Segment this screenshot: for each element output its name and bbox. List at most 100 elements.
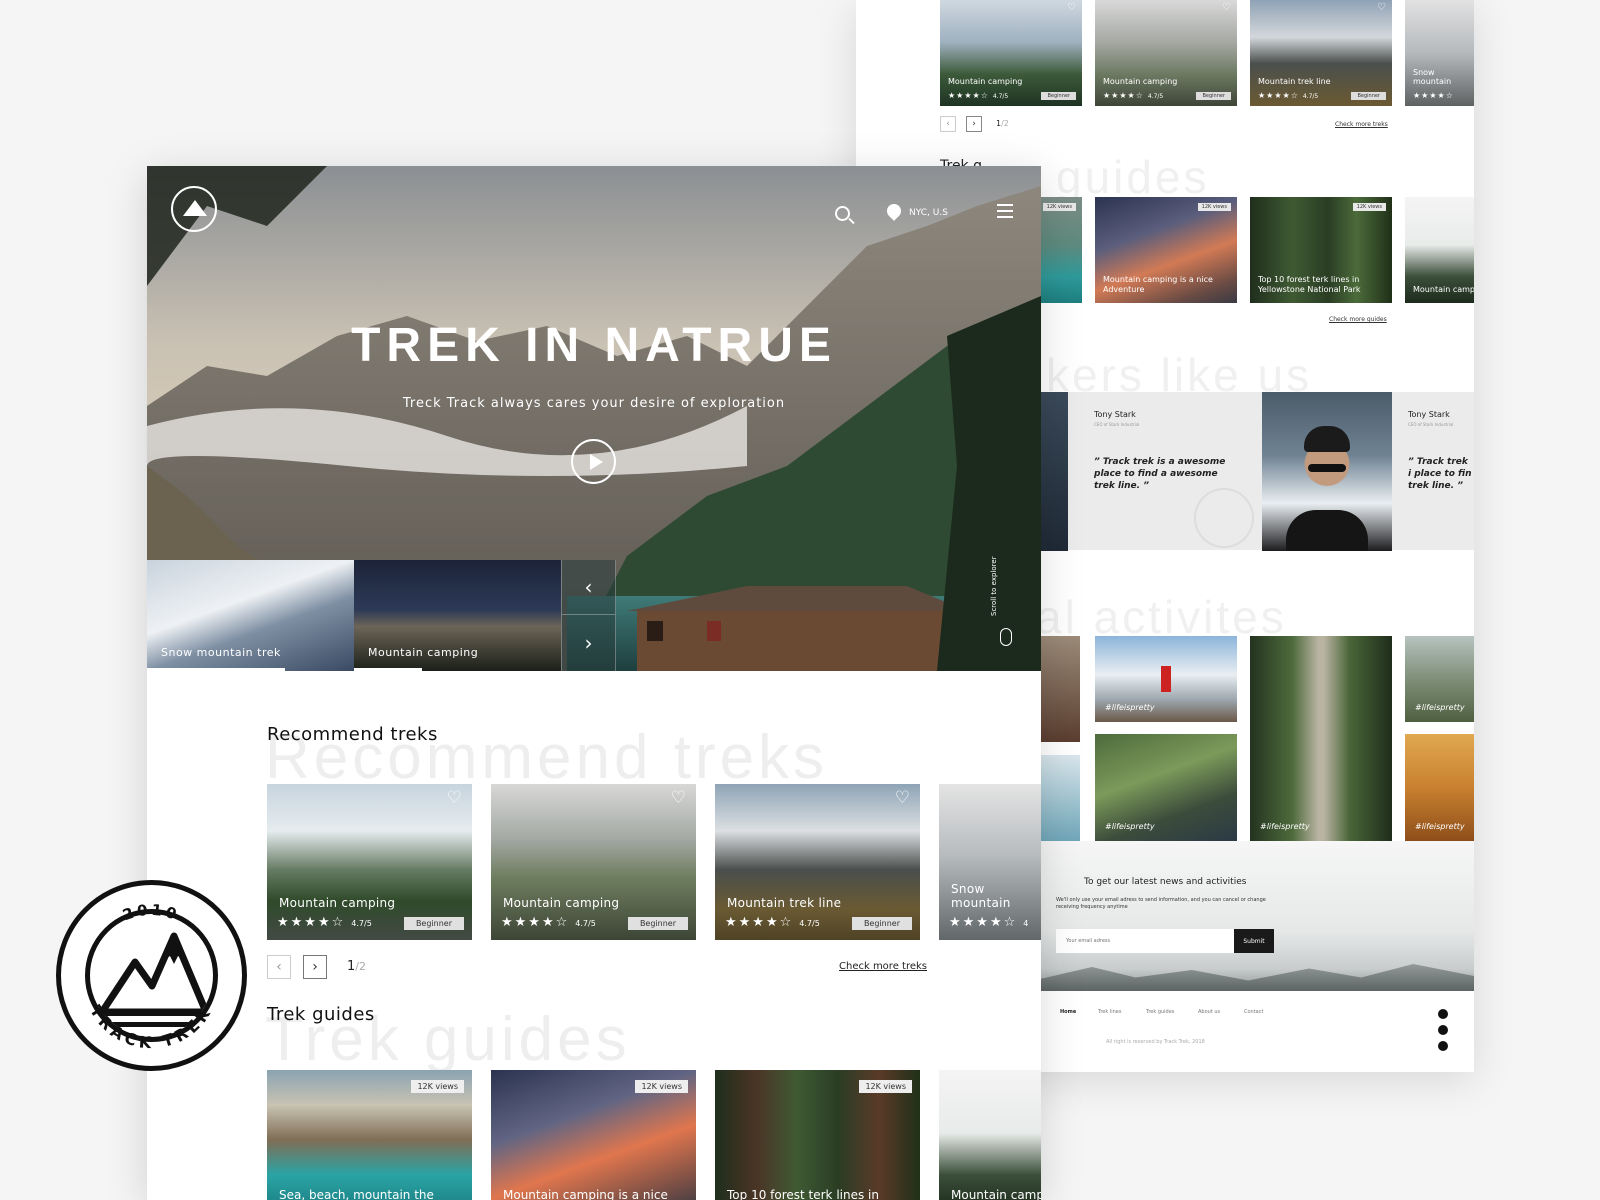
check-more-treks-link[interactable]: Check more treks <box>1335 121 1388 128</box>
prev-page-button[interactable]: ‹ <box>940 116 956 132</box>
rating-stars: ★★★★☆ 4.7/5 <box>501 915 596 930</box>
heart-icon[interactable]: ♡ <box>671 788 686 808</box>
activity-hashtag: #lifeispretty <box>1105 703 1155 712</box>
submit-button[interactable]: Submit <box>1234 929 1274 953</box>
newsletter-section: To get our latest news and activities We… <box>1040 841 1474 991</box>
guide-card[interactable]: Mountain camp Adventure <box>1405 197 1474 303</box>
rating-value: 4.7/5 <box>575 919 596 928</box>
hero-slider-arrows: ‹ › <box>561 560 616 671</box>
trek-card[interactable]: ♡ Mountain camping ★★★★☆ 4.7/5 Beginner <box>267 784 472 940</box>
copyright-text: All right is reserved by Track Trek, 201… <box>1106 1039 1205 1045</box>
badge-inner-circle <box>85 909 218 1042</box>
trek-card[interactable]: ♡ Mountain trek line ★★★★☆ 4.7/5 Beginner <box>1250 0 1392 106</box>
guide-card[interactable]: Mountain camp <box>939 1070 1041 1200</box>
testimonial-name: Tony Stark <box>1094 410 1136 419</box>
heart-icon[interactable]: ♡ <box>1222 2 1231 13</box>
level-badge: Beginner <box>627 917 688 930</box>
testimonial-card: Tony Stark CEO of Stark Industrial ” Tra… <box>1068 392 1272 550</box>
trek-card[interactable]: ♡ Mountain camping ★★★★☆ 4.7/5 Beginner <box>491 784 696 940</box>
activity-photo[interactable]: #lifeispretty <box>1405 636 1474 722</box>
trek-card[interactable]: ♡ Mountain camping ★★★★☆ 4.7/5 Beginner <box>940 0 1082 106</box>
site-logo[interactable] <box>171 186 217 232</box>
activity-photo[interactable] <box>1040 636 1080 742</box>
footer-nav-trek-guides[interactable]: Trek guides <box>1146 1009 1174 1015</box>
activity-photo[interactable]: #lifeispretty <box>1250 636 1392 841</box>
badge-mountain-icon <box>90 932 213 1027</box>
testimonial-card: Tony Stark CEO of Stark Industrial ” Tra… <box>1392 392 1474 550</box>
trek-card-title: Mountain camping <box>1103 77 1178 86</box>
hero-thumb[interactable]: Snow mountain trek <box>147 560 354 671</box>
heart-icon[interactable]: ♡ <box>1067 2 1076 13</box>
hero-thumb[interactable]: Mountain camping <box>354 560 561 671</box>
activity-photo[interactable]: #lifeispretty <box>1095 734 1237 841</box>
mountain-silhouette <box>1040 964 1474 991</box>
heart-icon[interactable]: ♡ <box>447 788 462 808</box>
activity-hashtag: #lifeispretty <box>1415 822 1465 831</box>
guide-card[interactable]: 12K views Mountain camping is a nice Adv… <box>1095 197 1237 303</box>
heart-icon[interactable]: ♡ <box>1377 2 1386 13</box>
trek-card[interactable]: ♡ Mountain camping ★★★★☆ 4.7/5 Beginner <box>1095 0 1237 106</box>
chevron-left-icon[interactable]: ‹ <box>562 560 615 615</box>
next-page-button[interactable]: › <box>303 955 327 979</box>
guide-card[interactable]: 12K views Top 10 forest terk lines in Ye… <box>1250 197 1392 303</box>
stars-glyph: ★★★★☆ <box>1258 91 1299 100</box>
thumb-progress <box>354 668 422 671</box>
rating-stars: ★★★★☆ 4.7/5 <box>1258 91 1318 100</box>
level-badge: Beginner <box>1351 92 1386 100</box>
footer-nav-about[interactable]: About us <box>1198 1009 1220 1015</box>
activity-photo[interactable]: #lifeispretty <box>1095 636 1237 722</box>
menu-icon-bar <box>997 210 1013 212</box>
stars-glyph: ★★★★☆ <box>277 915 346 930</box>
sunglasses-shape <box>1308 464 1346 472</box>
instagram-icon[interactable] <box>1438 1009 1448 1019</box>
activity-photo[interactable]: #lifeispretty <box>1405 734 1474 841</box>
heart-icon[interactable]: ♡ <box>895 788 910 808</box>
rating-stars: ★★★★☆ 4.7/5 <box>948 91 1008 100</box>
level-badge: Beginner <box>851 917 912 930</box>
check-more-guides-link[interactable]: Check more guides <box>1329 316 1387 323</box>
views-badge: 12K views <box>1042 203 1076 211</box>
youtube-icon[interactable] <box>1438 1025 1448 1035</box>
menu-icon[interactable] <box>997 204 1013 218</box>
section-ghost-title: guides <box>1056 151 1210 203</box>
footer-nav-home[interactable]: Home <box>1060 1009 1076 1015</box>
trek-card-title: Mountain trek line <box>727 896 842 910</box>
guide-card-title: Mountain camp <box>951 1188 1041 1200</box>
trek-card-title: Mountain camping <box>279 896 396 910</box>
landing-page-preview-front: NYC, U.S TREK IN NATRUE Treck Track alwa… <box>147 166 1041 1200</box>
stars-glyph: ★★★★☆ <box>948 91 989 100</box>
prev-page-button[interactable]: ‹ <box>267 955 291 979</box>
email-input[interactable] <box>1056 929 1234 953</box>
play-icon[interactable] <box>571 439 616 484</box>
rating-stars: ★★★★☆ 4.7/5 <box>1103 91 1163 100</box>
thumb-progress <box>147 668 285 671</box>
search-icon[interactable] <box>835 206 855 225</box>
footer-nav-trek-lines[interactable]: Trek lines <box>1098 1009 1121 1015</box>
footer-nav-contact[interactable]: Contact <box>1244 1009 1263 1015</box>
guide-card[interactable]: 12K views Mountain camping is a nice <box>491 1070 696 1200</box>
next-page-button[interactable]: › <box>966 116 982 132</box>
activity-photo[interactable] <box>1040 755 1080 841</box>
guide-card[interactable]: 12K views Top 10 forest terk lines in <box>715 1070 920 1200</box>
views-badge: 12K views <box>635 1080 688 1093</box>
facebook-icon[interactable] <box>1438 1041 1448 1051</box>
hero-section: NYC, U.S TREK IN NATRUE Treck Track alwa… <box>147 166 1041 671</box>
level-badge: Beginner <box>403 917 464 930</box>
page-total: /2 <box>355 960 366 973</box>
testimonial-role: CEO of Stark Industrial <box>1408 422 1454 427</box>
chevron-right-icon[interactable]: › <box>562 615 615 670</box>
trek-card[interactable]: ♡ Mountain trek line ★★★★☆ 4.7/5 Beginner <box>715 784 920 940</box>
trek-card-title: Snow mountain <box>1413 68 1452 86</box>
testimonial-quote: ” Track trek is a awesome place to find … <box>1094 457 1226 491</box>
hero-title: TREK IN NATRUE <box>351 319 837 372</box>
testimonial-quote: ” Track trek i place to fin trek line. ” <box>1408 457 1472 491</box>
guide-card[interactable]: 12K views Sea, beach, mountain the <box>267 1070 472 1200</box>
trek-card[interactable]: Snow mountain ★★★★☆ 4 <box>939 784 1041 940</box>
scroll-hint: Scroll to explorer <box>990 556 998 616</box>
page-indicator: 1/2 <box>996 119 1009 128</box>
trek-card[interactable]: Snow mountain ★★★★☆ <box>1405 0 1474 106</box>
testimonial-name: Tony Stark <box>1408 410 1450 419</box>
location-label[interactable]: NYC, U.S <box>909 208 948 218</box>
check-more-treks-link[interactable]: Check more treks <box>839 961 927 972</box>
testimonial-photo <box>1040 392 1068 551</box>
